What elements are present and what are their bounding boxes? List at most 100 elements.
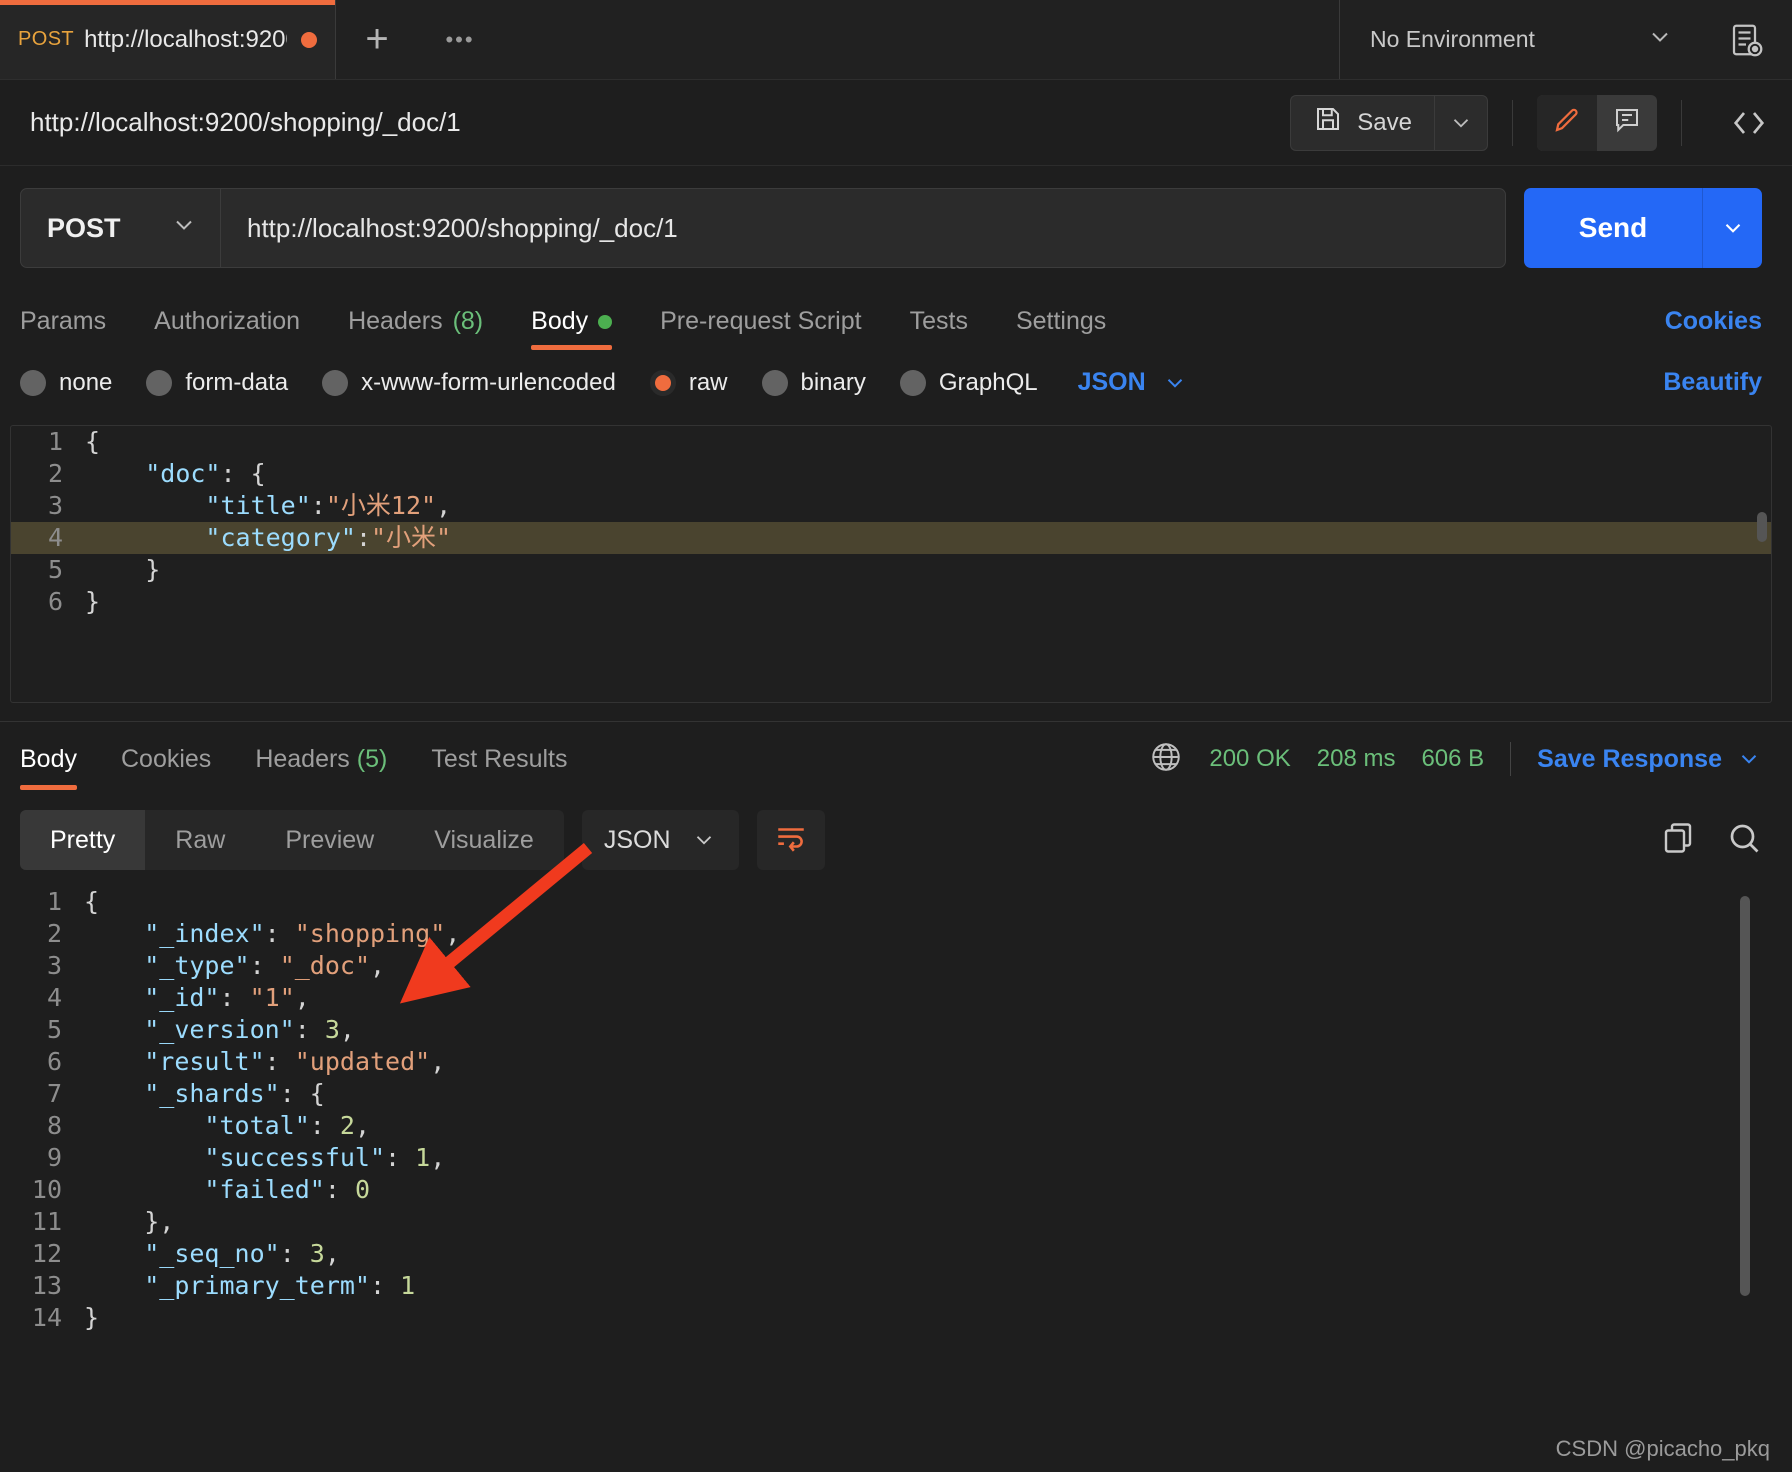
response-tab-body[interactable]: Body <box>20 745 77 790</box>
beautify-button[interactable]: Beautify <box>1663 368 1762 397</box>
response-size: 606 B <box>1421 745 1485 772</box>
request-body-editor[interactable]: 1{2 "doc": {3 "title":"小米12", 4 "category… <box>10 425 1772 703</box>
line-content: "category":"小米" <box>205 523 452 552</box>
edit-request-button[interactable] <box>1537 94 1597 151</box>
tab-params[interactable]: Params <box>20 307 106 350</box>
send-options-button[interactable] <box>1702 188 1762 268</box>
body-format-select[interactable]: JSON <box>1078 368 1188 397</box>
chevron-down-icon <box>1167 378 1182 388</box>
request-tab-method: POST <box>18 28 75 50</box>
url-input[interactable]: http://localhost:9200/shopping/_doc/1 <box>220 188 1506 268</box>
response-format-select[interactable]: JSON <box>581 810 739 870</box>
tab-authorization[interactable]: Authorization <box>154 307 300 350</box>
request-body-line: 3 "title":"小米12", <box>11 490 1771 522</box>
request-tabs: Params Authorization Headers (8) Body Pr… <box>0 288 1792 350</box>
radio-icon <box>20 369 46 396</box>
body-format-value: JSON <box>1077 368 1146 396</box>
save-response-button[interactable]: Save Response <box>1537 745 1762 774</box>
response-tab-cookies-label: Cookies <box>120 744 212 773</box>
copy-icon[interactable] <box>1660 820 1696 861</box>
comment-icon <box>1612 105 1642 140</box>
save-button[interactable]: Save <box>1290 94 1434 151</box>
body-type-raw[interactable]: raw <box>649 368 728 397</box>
tab-settings[interactable]: Settings <box>1016 307 1106 350</box>
line-content: } <box>85 587 101 616</box>
response-tools-right <box>1660 820 1762 861</box>
body-type-graphql[interactable]: GraphQL <box>899 368 1038 397</box>
environment-selector[interactable]: No Environment <box>1340 0 1700 79</box>
line-content: "title":"小米12", <box>205 491 452 520</box>
chevron-down-icon <box>696 836 711 845</box>
pencil-icon <box>1552 105 1582 140</box>
word-wrap-toggle[interactable] <box>756 810 825 870</box>
line-content: }, <box>84 1207 175 1236</box>
request-editor-scrollbar[interactable] <box>1757 512 1767 542</box>
line-number: 4 <box>46 983 62 1012</box>
line-content: "_version": 3, <box>144 1015 355 1044</box>
line-number: 9 <box>46 1143 62 1172</box>
line-content: { <box>85 427 101 456</box>
response-editor-scrollbar[interactable] <box>1740 896 1750 1296</box>
response-body-editor[interactable]: 1{2 "_index": "shopping", 3 "_type": "_do… <box>10 886 1772 1472</box>
save-button-label: Save <box>1357 108 1412 136</box>
unsaved-indicator-icon <box>301 31 317 48</box>
line-content: "_primary_term": 1 <box>144 1271 416 1300</box>
environment-selected-label: No Environment <box>1370 26 1535 52</box>
response-toolbar: Pretty Raw Preview Visualize JSON <box>0 796 1792 880</box>
watermark: CSDN @picacho_pkq <box>1555 1436 1770 1461</box>
line-content: "_shards": { <box>144 1079 325 1108</box>
tab-headers[interactable]: Headers (8) <box>348 307 483 350</box>
code-snippet-button[interactable] <box>1706 103 1792 143</box>
view-mode-preview[interactable]: Preview <box>255 810 404 870</box>
view-mode-pretty[interactable]: Pretty <box>20 810 146 870</box>
tab-body[interactable]: Body <box>531 307 613 350</box>
response-meta: 200 OK 208 ms 606 B Save Response <box>1149 740 1762 795</box>
line-content: "_seq_no": 3, <box>144 1239 340 1268</box>
response-body-line: 6 "result": "updated", <box>10 1046 1772 1078</box>
tab-pre-request-script[interactable]: Pre-request Script <box>660 307 861 350</box>
word-wrap-icon <box>774 821 808 860</box>
body-type-binary[interactable]: binary <box>761 369 866 397</box>
http-method-select[interactable]: POST <box>20 188 220 268</box>
body-type-form-data[interactable]: form-data <box>146 369 288 397</box>
line-number: 3 <box>46 951 62 980</box>
tab-params-label: Params <box>20 307 107 335</box>
cookies-link[interactable]: Cookies <box>1665 307 1762 350</box>
line-content: "_id": "1", <box>144 983 310 1012</box>
response-body-line: 5 "_version": 3, <box>10 1014 1772 1046</box>
search-icon[interactable] <box>1726 820 1762 861</box>
line-number: 14 <box>31 1303 62 1332</box>
tab-tests[interactable]: Tests <box>910 307 968 350</box>
body-type-urlencoded[interactable]: x-www-form-urlencoded <box>322 369 616 397</box>
save-options-button[interactable] <box>1434 94 1488 151</box>
environment-quick-look-button[interactable] <box>1700 0 1792 79</box>
response-body-line: 2 "_index": "shopping", <box>10 918 1772 950</box>
response-tab-test-results[interactable]: Test Results <box>431 745 567 790</box>
line-content: } <box>85 555 161 584</box>
page-title: http://localhost:9200/shopping/_doc/1 <box>30 107 461 137</box>
response-tab-cookies[interactable]: Cookies <box>121 745 211 790</box>
line-number: 5 <box>47 555 63 584</box>
request-tab[interactable]: POST http://localhost:9200/ <box>0 0 336 79</box>
response-body-line: 13 "_primary_term": 1 <box>10 1270 1772 1302</box>
body-type-graphql-label: GraphQL <box>938 368 1038 396</box>
response-body-line: 7 "_shards": { <box>10 1078 1772 1110</box>
line-number: 2 <box>46 919 62 948</box>
url-input-value: http://localhost:9200/shopping/_doc/1 <box>247 212 678 243</box>
response-body-line: 10 "failed": 0 <box>10 1174 1772 1206</box>
request-tab-name: http://localhost:9200/ <box>84 25 287 53</box>
body-type-none[interactable]: none <box>20 369 112 397</box>
radio-icon <box>899 369 926 396</box>
body-type-raw-label: raw <box>688 368 728 396</box>
network-globe-icon[interactable] <box>1149 740 1183 779</box>
new-tab-button[interactable]: + <box>336 0 418 79</box>
response-tab-headers[interactable]: Headers (5) <box>255 745 387 790</box>
radio-icon <box>146 369 173 396</box>
view-mode-raw[interactable]: Raw <box>145 810 255 870</box>
tab-more-options-button[interactable]: ••• <box>418 0 502 79</box>
request-title-bar: http://localhost:9200/shopping/_doc/1 Sa… <box>0 80 1792 166</box>
view-mode-visualize[interactable]: Visualize <box>404 810 564 870</box>
comment-request-button[interactable] <box>1597 95 1657 151</box>
send-button[interactable]: Send <box>1524 188 1702 268</box>
postman-window: POST http://localhost:9200/ + ••• No Env… <box>0 0 1792 1472</box>
